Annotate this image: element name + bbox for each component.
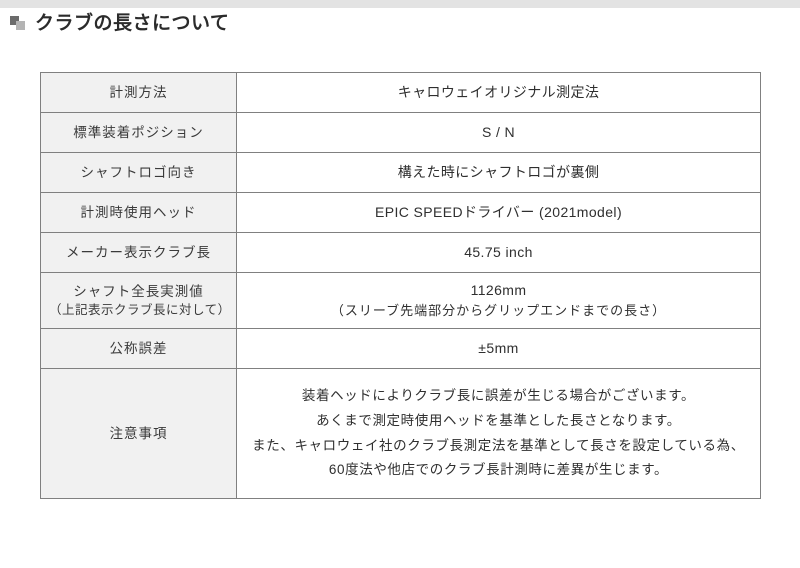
table-row: シャフト全長実測値 （上記表示クラブ長に対して） 1126mm （スリーブ先端部… (40, 272, 761, 329)
row-label-measurement-head: 計測時使用ヘッド (40, 192, 237, 233)
row-label-nominal-tolerance: 公称誤差 (40, 328, 237, 369)
row-value-measurement-head: EPIC SPEEDドライバー (2021model) (236, 192, 761, 233)
row-label-shaft-total-length-main: シャフト全長実測値 (73, 283, 204, 299)
row-value-shaft-total-length-sub: （スリーブ先端部分からグリップエンドまでの長さ） (330, 303, 667, 319)
table-row: 計測方法 キャロウェイオリジナル測定法 (40, 72, 761, 113)
notes-text-block: 装着ヘッドによりクラブ長に誤差が生じる場合がございます。 あくまで測定時使用ヘッ… (237, 378, 760, 490)
table-row: 注意事項 装着ヘッドによりクラブ長に誤差が生じる場合がございます。 あくまで測定… (40, 368, 761, 499)
club-length-spec-table: 計測方法 キャロウェイオリジナル測定法 標準装着ポジション S / N シャフト… (40, 72, 761, 499)
table-row: 標準装着ポジション S / N (40, 112, 761, 153)
row-label-maker-club-length: メーカー表示クラブ長 (40, 232, 237, 273)
row-value-maker-club-length: 45.75 inch (236, 232, 761, 273)
row-label-shaft-total-length: シャフト全長実測値 （上記表示クラブ長に対して） (40, 272, 237, 329)
notes-line: 60度法や他店でのクラブ長計測時に差異が生じます。 (328, 462, 669, 478)
notes-line: また、キャロウェイ社のクラブ長測定法を基準として長さを設定している為、 (252, 437, 745, 453)
table-row: 公称誤差 ±5mm (40, 328, 761, 369)
table-row: 計測時使用ヘッド EPIC SPEEDドライバー (2021model) (40, 192, 761, 233)
notes-line: 装着ヘッドによりクラブ長に誤差が生じる場合がございます。 (301, 387, 696, 403)
row-value-measurement-method: キャロウェイオリジナル測定法 (236, 72, 761, 113)
row-value-notes: 装着ヘッドによりクラブ長に誤差が生じる場合がございます。 あくまで測定時使用ヘッ… (236, 368, 761, 499)
row-label-measurement-method: 計測方法 (40, 72, 237, 113)
row-value-standard-position: S / N (236, 112, 761, 153)
double-square-icon (10, 16, 25, 31)
page-title-text: クラブの長さについて (35, 13, 230, 34)
top-decorative-strip (0, 0, 800, 8)
row-label-notes: 注意事項 (40, 368, 237, 499)
row-value-shaft-total-length-main: 1126mm (470, 282, 527, 299)
notes-line: あくまで測定時使用ヘッドを基準とした長さとなります。 (316, 412, 681, 428)
row-value-nominal-tolerance: ±5mm (236, 328, 761, 369)
row-label-shaft-total-length-sub: （上記表示クラブ長に対して） (49, 303, 231, 318)
table-row: シャフトロゴ向き 構えた時にシャフトロゴが裏側 (40, 152, 761, 193)
page-title: クラブの長さについて (10, 14, 229, 33)
row-value-shaft-logo-orientation: 構えた時にシャフトロゴが裏側 (236, 152, 761, 193)
row-label-standard-position: 標準装着ポジション (40, 112, 237, 153)
row-value-shaft-total-length: 1126mm （スリーブ先端部分からグリップエンドまでの長さ） (236, 272, 761, 329)
row-label-shaft-logo-orientation: シャフトロゴ向き (40, 152, 237, 193)
table-row: メーカー表示クラブ長 45.75 inch (40, 232, 761, 273)
